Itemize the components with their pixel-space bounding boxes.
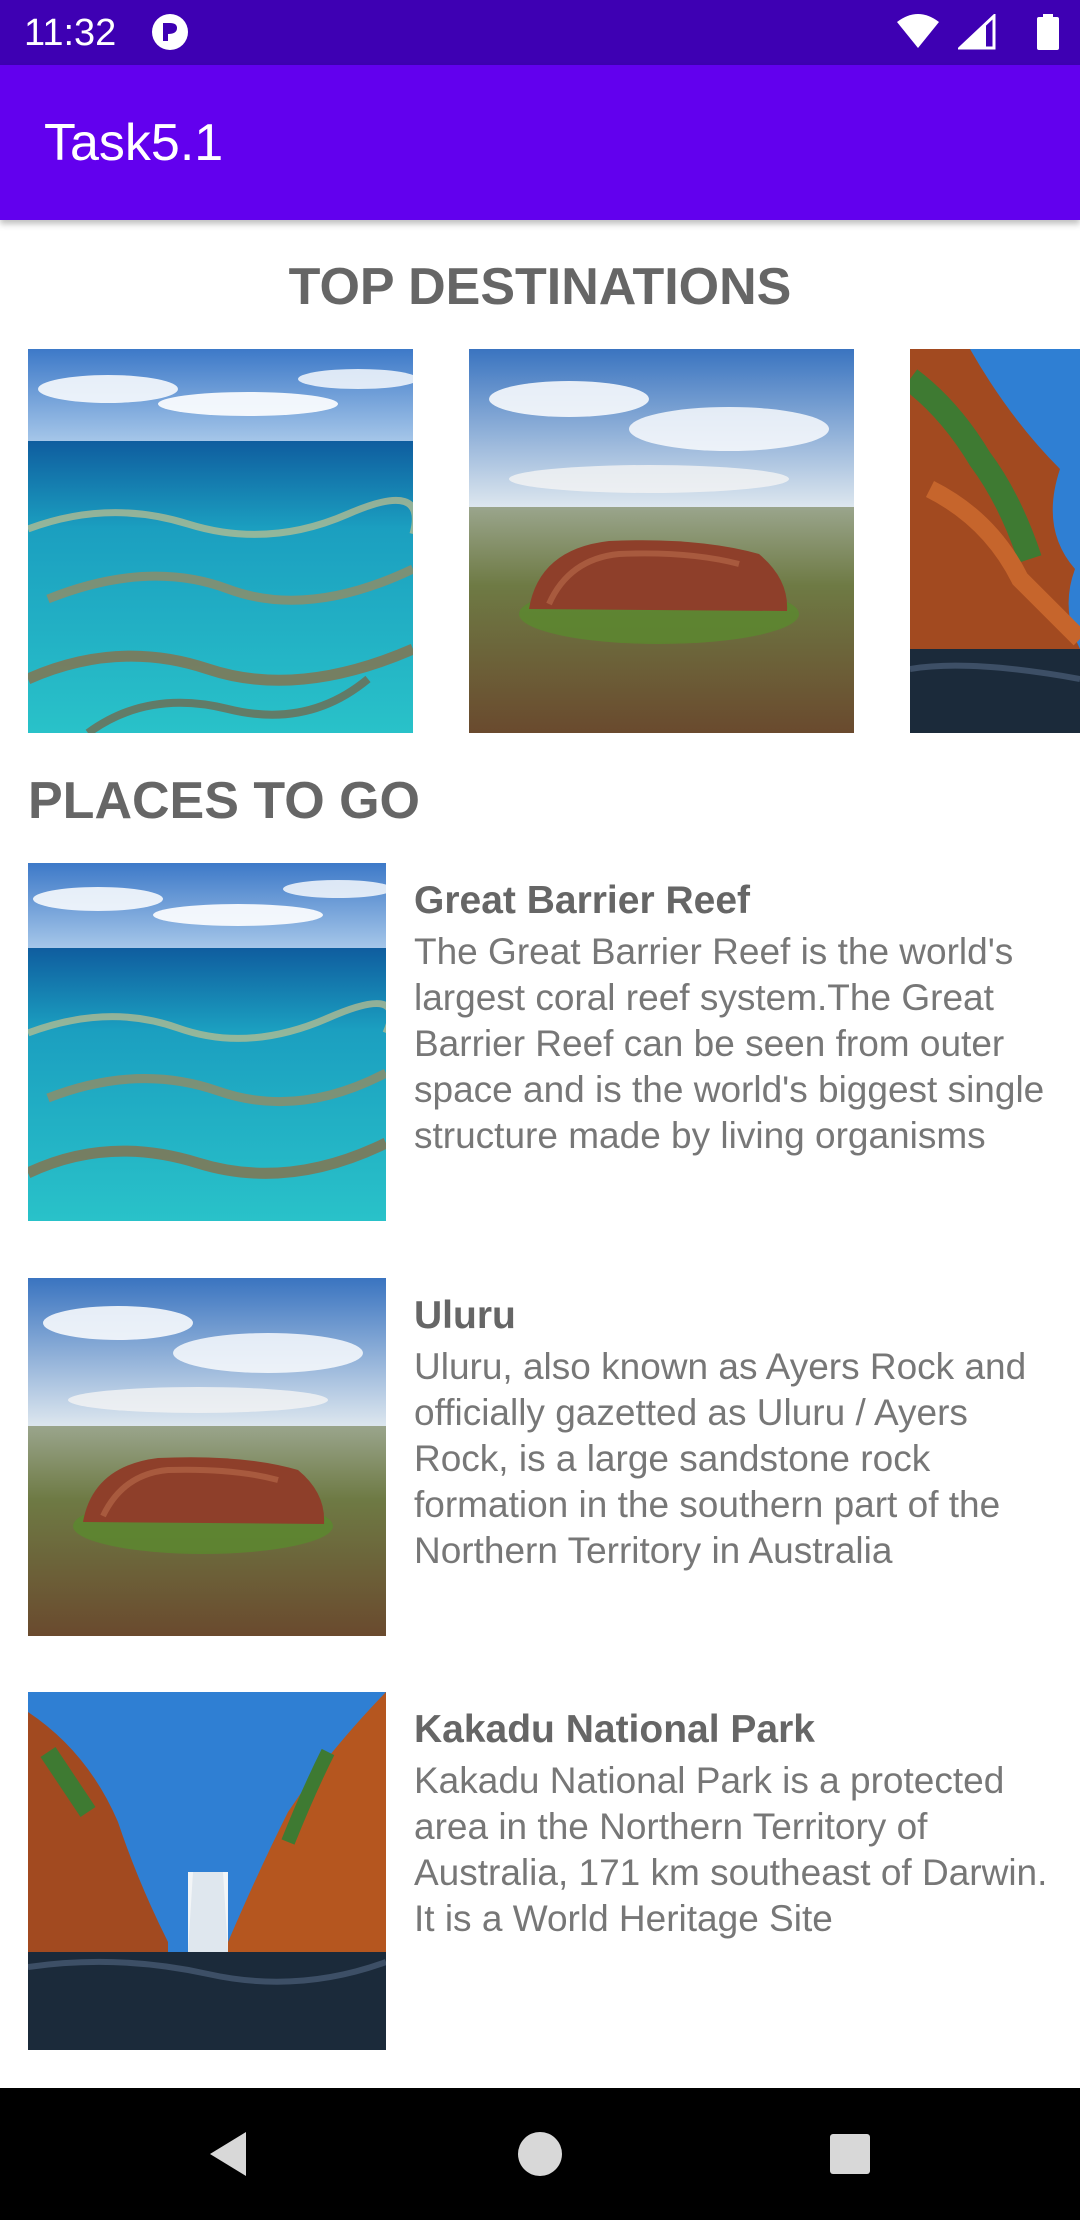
- place-item-kakadu-national-park[interactable]: Kakadu National Park Kakadu National Par…: [0, 1692, 1080, 2052]
- place-description: The Great Barrier Reef is the world's la…: [414, 931, 1045, 1156]
- app-bar: Task5.1: [0, 65, 1080, 220]
- uluru-image: [469, 349, 854, 733]
- place-description: Kakadu National Park is a protected area…: [414, 1760, 1048, 1939]
- notification-icon: [150, 12, 190, 52]
- kakadu-image: [910, 349, 1080, 733]
- navigation-bar: [0, 2088, 1080, 2220]
- back-icon[interactable]: [198, 2122, 262, 2186]
- top-destination-kakadu[interactable]: [910, 349, 1080, 733]
- wifi-icon: [897, 14, 939, 48]
- great-barrier-reef-image: [28, 863, 386, 1221]
- top-destination-great-barrier-reef[interactable]: [28, 349, 413, 733]
- top-destinations-carousel[interactable]: [0, 349, 1080, 733]
- top-destinations-title: TOP DESTINATIONS: [288, 258, 792, 316]
- great-barrier-reef-image: [28, 349, 413, 733]
- recents-icon[interactable]: [818, 2122, 882, 2186]
- status-time: 11:32: [24, 12, 117, 54]
- place-description: Uluru, also known as Ayers Rock and offi…: [414, 1346, 1027, 1571]
- top-destination-uluru[interactable]: [469, 349, 854, 733]
- place-thumb: [28, 863, 386, 1221]
- home-icon[interactable]: [508, 2122, 572, 2186]
- place-name: Kakadu National Park: [414, 1708, 815, 1751]
- place-item-uluru[interactable]: Uluru Uluru, also known as Ayers Rock an…: [0, 1278, 1080, 1638]
- kakadu-image: [28, 1692, 386, 2050]
- uluru-image: [28, 1278, 386, 1636]
- place-name: Uluru: [414, 1294, 516, 1337]
- place-thumb: [28, 1278, 386, 1636]
- status-bar: 11:32: [0, 0, 1080, 65]
- signal-icon: [958, 14, 996, 50]
- place-item-great-barrier-reef[interactable]: Great Barrier Reef The Great Barrier Ree…: [0, 863, 1080, 1223]
- place-thumb: [28, 1692, 386, 2050]
- place-name: Great Barrier Reef: [414, 879, 750, 922]
- places-to-go-title: PLACES TO GO: [28, 772, 420, 830]
- battery-icon: [1037, 14, 1059, 50]
- app-title: Task5.1: [44, 114, 224, 172]
